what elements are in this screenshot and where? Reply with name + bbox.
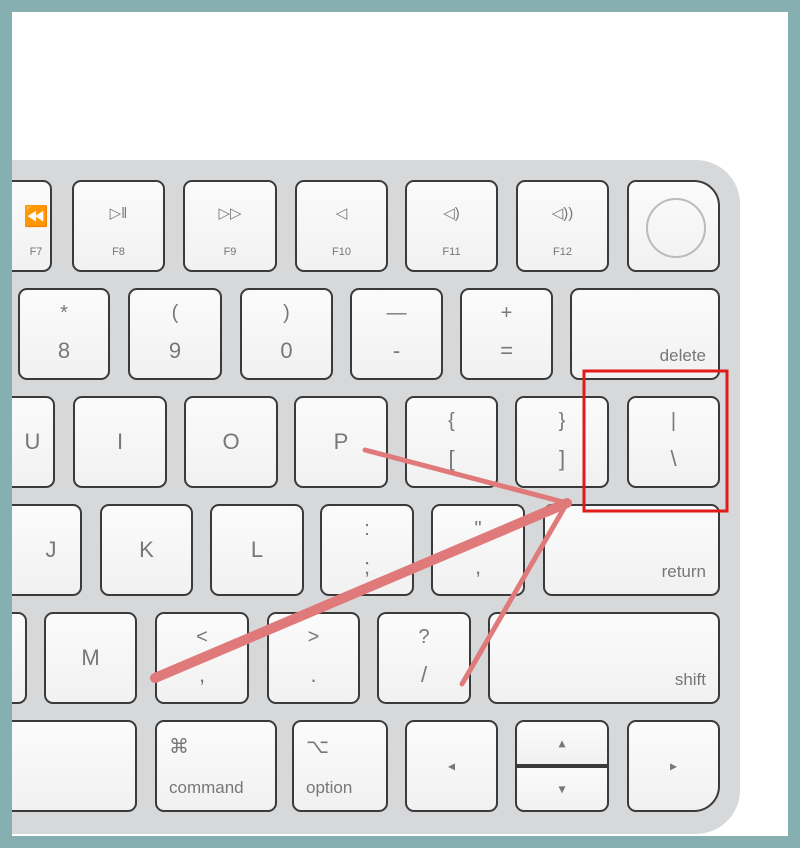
annotation-overlay [150,369,729,687]
highlight-box [582,369,729,513]
annotation-arrow [362,447,570,506]
image-canvas: ⏪ F7 ▷‖ F8 ▷▷ F9 ◁ F10 ◁) F11 ◁)) F12 * 8 (9 ) 0… [12,12,788,836]
annotation-arrow [150,498,572,683]
